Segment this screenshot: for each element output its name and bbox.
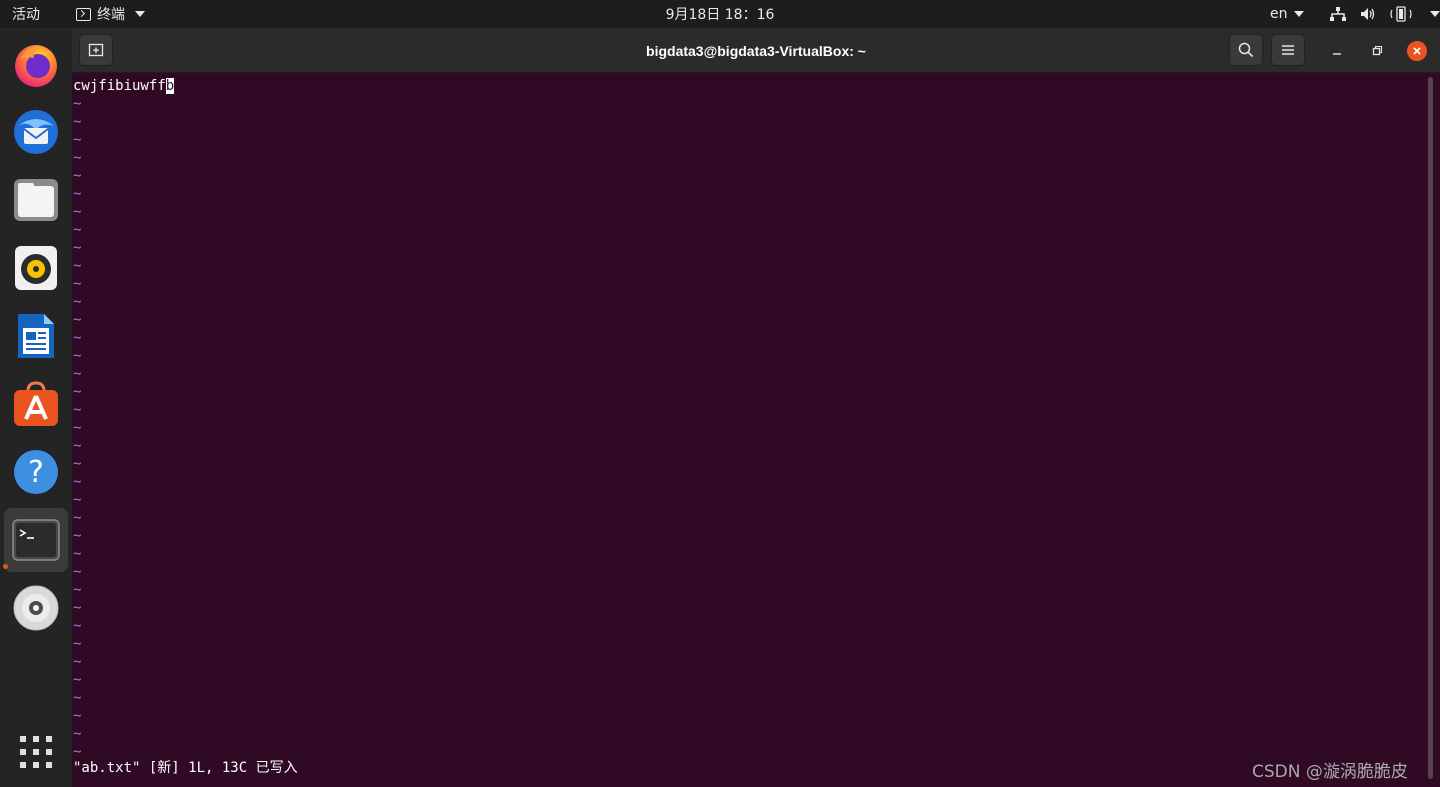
empty-line-marker: ~ xyxy=(73,438,82,454)
empty-line-marker: ~ xyxy=(73,420,82,436)
activities-button[interactable]: 活动 xyxy=(12,0,40,28)
running-indicator xyxy=(3,564,8,569)
battery-icon xyxy=(1390,6,1412,22)
input-language-menu[interactable]: en xyxy=(1270,0,1304,28)
empty-line-marker: ~ xyxy=(73,636,82,652)
dock-thunderbird[interactable] xyxy=(4,100,68,164)
empty-line-marker: ~ xyxy=(73,240,82,256)
empty-line-marker: ~ xyxy=(73,564,82,580)
app-menu-label: 终端 xyxy=(97,7,125,23)
empty-line-marker: ~ xyxy=(73,168,82,184)
window-headerbar[interactable]: bigdata3@bigdata3-VirtualBox: ~ xyxy=(72,28,1440,73)
network-icon xyxy=(1330,7,1346,21)
cursor: b xyxy=(165,78,175,94)
dock-terminal[interactable] xyxy=(4,508,68,572)
chevron-down-icon xyxy=(135,11,145,17)
activities-label: 活动 xyxy=(12,7,40,23)
dock: ? xyxy=(0,28,72,787)
clock-area: 9月18日 18：16 xyxy=(0,0,1440,28)
terminal-window: bigdata3@bigdata3-VirtualBox: ~ cwjfibiu… xyxy=(72,28,1440,787)
empty-line-marker: ~ xyxy=(73,258,82,274)
search-icon xyxy=(1238,42,1254,58)
dock-ubuntu-software[interactable] xyxy=(4,372,68,436)
empty-line-marker: ~ xyxy=(73,528,82,544)
scrollbar[interactable] xyxy=(1428,77,1433,779)
terminal-mini-icon xyxy=(76,7,91,21)
empty-line-marker: ~ xyxy=(73,294,82,310)
empty-line-marker: ~ xyxy=(73,546,82,562)
hamburger-menu-icon xyxy=(1282,45,1294,55)
buffer-line: cwjfibiuwffb xyxy=(73,77,175,95)
dock-rhythmbox[interactable] xyxy=(4,236,68,300)
maximize-button[interactable] xyxy=(1367,41,1387,61)
terminal-content[interactable]: cwjfibiuwffb ~ ~ ~ ~ ~ ~ ~ ~ ~ ~ ~ ~ ~ ~ ~ ~ ~ ~ ~ ~ ~ ~ ~ ~ ~ ~ ~… xyxy=(72,73,1440,787)
files-icon xyxy=(14,179,58,221)
help-icon: ? xyxy=(14,450,58,494)
new-tab-icon xyxy=(88,43,104,57)
clock[interactable]: 9月18日 18：16 xyxy=(666,4,775,24)
disc-icon xyxy=(13,585,59,631)
empty-line-marker: ~ xyxy=(73,690,82,706)
writer-icon xyxy=(18,314,54,358)
svg-text:?: ? xyxy=(28,455,44,490)
terminal-icon xyxy=(12,519,60,561)
empty-line-marker: ~ xyxy=(73,510,82,526)
empty-line-marker: ~ xyxy=(73,726,82,742)
empty-line-marker: ~ xyxy=(73,366,82,382)
app-grid-icon xyxy=(20,736,52,768)
show-applications-button[interactable] xyxy=(4,720,68,784)
empty-line-marker: ~ xyxy=(73,96,82,112)
empty-line-marker: ~ xyxy=(73,150,82,166)
dock-firefox[interactable] xyxy=(4,32,68,96)
empty-line-marker: ~ xyxy=(73,186,82,202)
empty-line-marker: ~ xyxy=(73,276,82,292)
restore-icon xyxy=(1372,45,1383,56)
minimize-button[interactable] xyxy=(1327,41,1347,61)
chevron-down-icon xyxy=(1293,11,1304,17)
thunderbird-icon xyxy=(14,110,58,154)
empty-line-marker: ~ xyxy=(73,618,82,634)
dock-dvd[interactable] xyxy=(4,576,68,640)
new-tab-button[interactable] xyxy=(79,34,113,66)
empty-line-marker: ~ xyxy=(73,582,82,598)
empty-line-marker: ~ xyxy=(73,114,82,130)
top-bar: 活动 终端 9月18日 18：16 en xyxy=(0,0,1440,28)
app-menu[interactable]: 终端 xyxy=(76,0,145,28)
empty-line-marker: ~ xyxy=(73,672,82,688)
empty-line-marker: ~ xyxy=(73,492,82,508)
chevron-down-icon xyxy=(1430,11,1440,17)
minimize-icon xyxy=(1333,53,1341,55)
close-button[interactable] xyxy=(1407,41,1427,61)
firefox-icon xyxy=(15,45,57,87)
status-message: "ab.txt" [新] 1L, 13C 已写入 xyxy=(73,760,298,776)
software-store-icon xyxy=(14,381,58,426)
empty-line-marker: ~ xyxy=(73,654,82,670)
language-label: en xyxy=(1270,6,1288,22)
empty-line-marker: ~ xyxy=(73,474,82,490)
empty-line-marker: ~ xyxy=(73,312,82,328)
speaker-icon xyxy=(15,246,57,290)
watermark: CSDN @漩涡脆脆皮 xyxy=(1252,762,1408,782)
empty-line-marker: ~ xyxy=(73,222,82,238)
dock-libreoffice-writer[interactable] xyxy=(4,304,68,368)
empty-line-marker: ~ xyxy=(73,348,82,364)
dock-help[interactable]: ? xyxy=(4,440,68,504)
empty-line-marker: ~ xyxy=(73,132,82,148)
empty-line-marker: ~ xyxy=(73,456,82,472)
dock-files[interactable] xyxy=(4,168,68,232)
empty-line-marker: ~ xyxy=(73,384,82,400)
empty-line-marker: ~ xyxy=(73,600,82,616)
buffer-text: cwjfibiuwff xyxy=(73,78,166,94)
empty-line-marker: ~ xyxy=(73,204,82,220)
close-icon xyxy=(1413,47,1421,55)
empty-line-marker: ~ xyxy=(73,330,82,346)
volume-icon xyxy=(1361,8,1375,20)
search-button[interactable] xyxy=(1229,34,1263,66)
system-tray[interactable] xyxy=(1330,0,1440,28)
menu-button[interactable] xyxy=(1271,34,1305,66)
empty-line-marker: ~ xyxy=(73,402,82,418)
empty-line-marker: ~ xyxy=(73,708,82,724)
